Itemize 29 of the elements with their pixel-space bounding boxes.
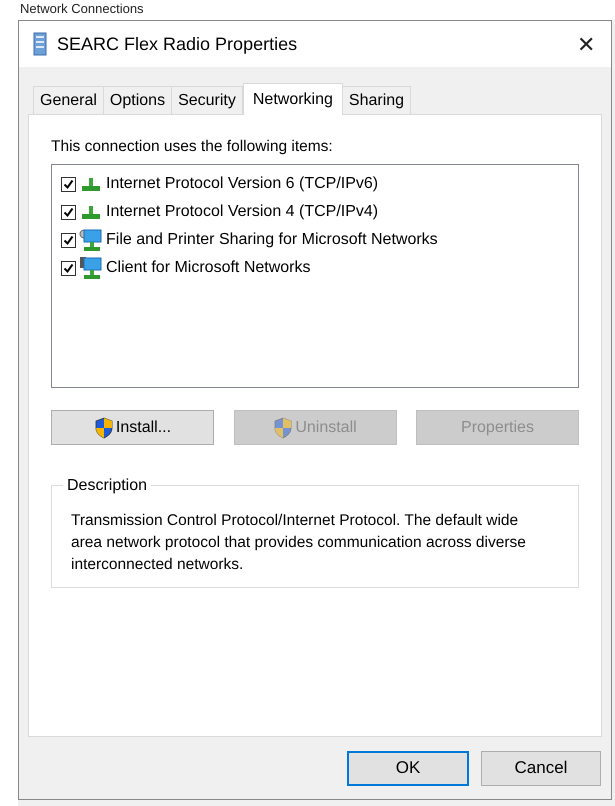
- network-protocol-icon: [80, 176, 102, 192]
- checkbox[interactable]: [61, 232, 76, 248]
- close-button[interactable]: ✕: [571, 29, 601, 59]
- window-title: SEARC Flex Radio Properties: [57, 32, 298, 56]
- check-icon: [63, 234, 74, 246]
- tab[interactable]: Networking: [242, 83, 343, 115]
- items-label: This connection uses the following items:: [51, 137, 334, 157]
- list-item[interactable]: Internet Protocol Version 4 (TCP/IPv4): [106, 200, 378, 224]
- list-item[interactable]: Internet Protocol Version 6 (TCP/IPv6): [106, 172, 378, 196]
- list-item[interactable]: Client for Microsoft Networks: [106, 256, 310, 280]
- network-adapter-icon: [33, 32, 47, 56]
- description-text: Transmission Control Protocol/Internet Protocol. The default wide area network protocol that provides communication across diverse interconnected networks.: [71, 511, 527, 576]
- network-protocol-icon: [80, 204, 102, 220]
- tab[interactable]: General: [33, 86, 104, 114]
- networked-computer-icon: [79, 256, 103, 280]
- tab[interactable]: Security: [171, 86, 243, 114]
- checkbox[interactable]: [61, 176, 76, 192]
- check-icon: [63, 206, 74, 218]
- action-button[interactable]: Install...: [51, 410, 214, 446]
- list-item[interactable]: File and Printer Sharing for Microsoft Networks: [106, 228, 438, 252]
- tab[interactable]: Sharing: [342, 86, 412, 114]
- networked-computer-gear-icon: [79, 228, 103, 252]
- check-icon: [63, 262, 74, 274]
- background-window-title: Network Connections: [0, 0, 615, 20]
- dialog-button[interactable]: OK: [347, 750, 469, 786]
- check-icon: [63, 178, 74, 190]
- checkbox[interactable]: [61, 204, 76, 220]
- dialog-button[interactable]: Cancel: [481, 750, 601, 786]
- checkbox[interactable]: [61, 260, 76, 276]
